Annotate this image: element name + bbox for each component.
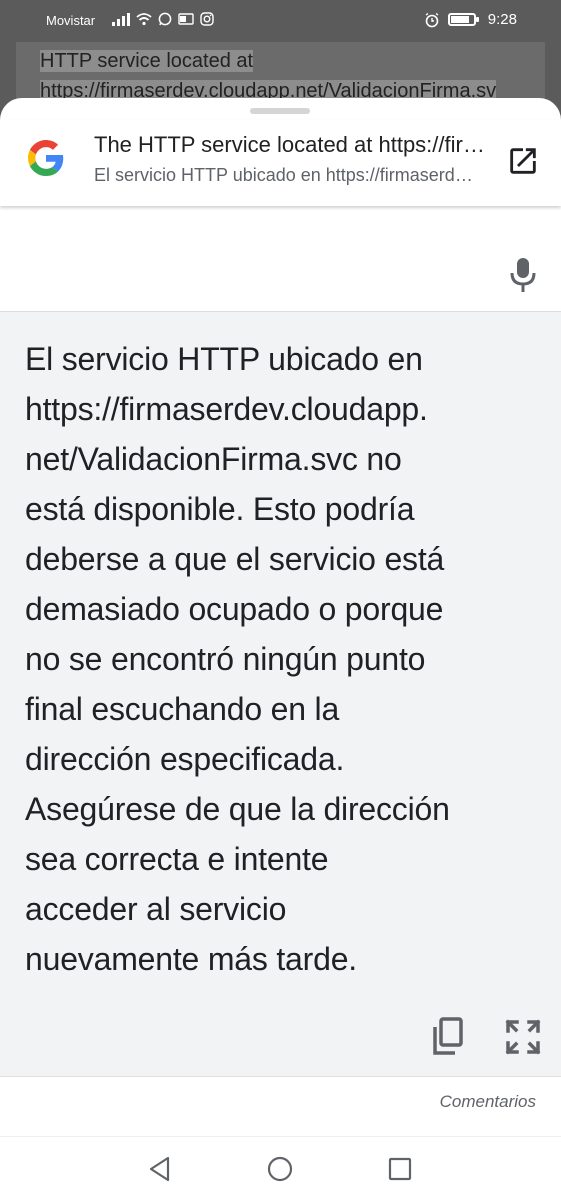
translated-text-subtitle: El servicio HTTP ubicado en https://firm… [94,165,474,185]
microphone-icon[interactable] [509,256,537,294]
translation-result-text: El servicio HTTP ubicado en https://firm… [25,334,545,984]
instagram-icon [200,12,214,26]
whatsapp-icon [158,12,172,26]
system-navigation-bar [0,1136,561,1200]
outlook-icon [178,13,194,25]
signal-icon [112,12,130,26]
translation-result-panel: El servicio HTTP ubicado en https://firm… [0,311,561,1076]
google-logo-icon [28,140,64,176]
clock-time: 9:28 [487,11,517,28]
back-icon[interactable] [146,1155,174,1183]
result-line: final escuchando en la [25,691,340,727]
result-line: Asegúrese de que la dirección [25,791,450,827]
home-icon[interactable] [266,1155,294,1183]
translate-bottom-sheet: The HTTP service located at https://firm… [0,98,561,1138]
background-selected-text: HTTP service located at https://firmaser… [40,46,561,106]
source-text-title: The HTTP service located at https://firm… [94,132,494,157]
result-line: dirección especificada. [25,741,345,777]
fullscreen-icon[interactable] [505,1019,541,1055]
carrier-name: Movistar [46,13,96,28]
feedback-link[interactable]: Comentarios [440,1092,536,1112]
result-line: demasiado ocupado o porque [25,591,444,627]
result-line: no se encontró ningún punto [25,641,426,677]
result-line: nuevamente más tarde. [25,941,357,977]
copy-icon[interactable] [431,1017,465,1057]
result-line: está disponible. Esto podría [25,491,415,527]
source-input-area[interactable] [0,206,561,311]
status-bar: Movistar 9:28 [0,0,561,42]
result-line: El servicio HTTP ubicado en [25,341,423,377]
recent-apps-icon[interactable] [386,1155,414,1183]
wifi-icon [136,13,152,26]
result-line: deberse a que el servicio está [25,541,445,577]
battery-icon [447,13,479,26]
drag-handle[interactable] [250,108,310,114]
alarm-icon [425,12,439,27]
feedback-bar: Comentarios [0,1076,561,1128]
background-text-line-1: HTTP service located at [40,50,254,72]
result-line: acceder al servicio [25,891,287,927]
result-line: https://firmaserdev.cloudapp. [25,391,428,427]
open-in-app-icon[interactable] [506,144,540,178]
translate-header: The HTTP service located at https://firm… [0,120,561,206]
result-line: sea correcta e intente [25,841,329,877]
result-line: net/ValidacionFirma.svc no [25,441,402,477]
